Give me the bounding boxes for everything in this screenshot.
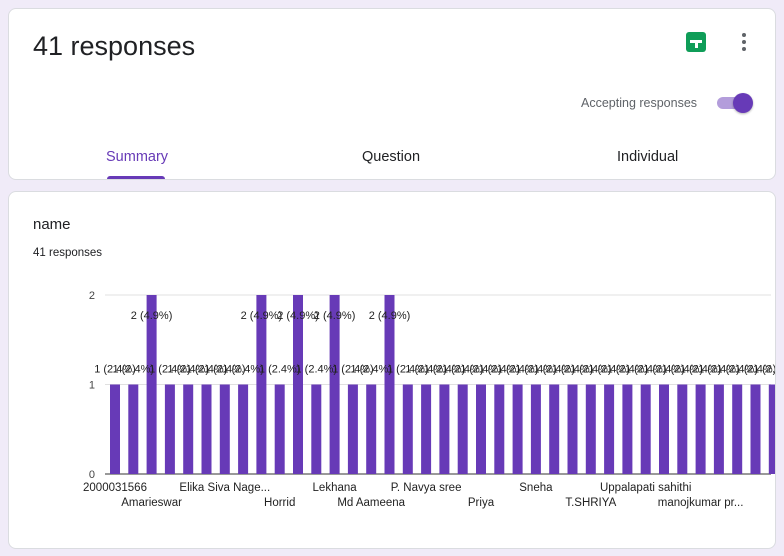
bar <box>659 384 669 474</box>
bar <box>421 384 432 474</box>
bar <box>677 384 688 474</box>
bar <box>713 384 724 474</box>
tab-summary[interactable]: Summary <box>106 149 168 165</box>
bar-data-label: 1 (2.4%) <box>296 364 338 376</box>
bar <box>183 384 194 474</box>
bar <box>750 384 761 474</box>
bar <box>201 384 212 474</box>
bar-data-label: 1 (2.4%) <box>350 364 392 376</box>
x-category-label: P. Navya sree <box>391 482 462 494</box>
bar-data-label: 1 (2.4%) <box>259 364 301 376</box>
summary-header-card: 41 responses Accepting responses Summary… <box>8 8 776 180</box>
bar <box>402 384 413 474</box>
bar <box>549 384 560 474</box>
bar-data-label: 1 (2.4%) <box>113 364 155 376</box>
bar <box>768 384 775 474</box>
bar <box>219 384 230 474</box>
bar-data-label: 2 (4.9%) <box>369 310 411 322</box>
toggle-thumb <box>733 93 753 113</box>
bar <box>439 384 450 474</box>
x-category-label: T.SHRIYA <box>565 497 616 509</box>
bar-data-label: 1 (2.4%) <box>222 364 264 376</box>
x-category-label: Lekhana <box>313 482 358 494</box>
accepting-responses-toggle[interactable] <box>715 93 755 113</box>
y-tick-label: 2 <box>89 290 95 302</box>
bar-data-label: 2 (4.9%) <box>277 310 319 322</box>
x-category-label: Horrid <box>264 497 295 509</box>
bar <box>128 384 139 474</box>
x-category-label: manojkumar pr... <box>658 497 744 509</box>
y-tick-label: 0 <box>89 469 95 481</box>
google-sheets-icon[interactable] <box>686 32 706 52</box>
bar <box>585 384 596 474</box>
x-category-label: Amarieswar <box>121 497 182 509</box>
bar <box>311 384 322 474</box>
bar <box>604 384 615 474</box>
bar <box>512 384 523 474</box>
more-vert-icon[interactable] <box>733 29 755 55</box>
bar <box>347 384 358 474</box>
bar <box>530 384 541 474</box>
bar <box>695 384 706 474</box>
bar <box>164 384 175 474</box>
bar-data-label: 2 (4.9%) <box>314 310 356 322</box>
bar <box>622 384 633 474</box>
page-title: 41 responses <box>33 31 196 61</box>
bar <box>567 384 578 474</box>
bar <box>274 384 285 474</box>
bar <box>732 384 743 474</box>
tab-question[interactable]: Question <box>362 149 420 165</box>
bar-data-label: 2 (4.9%) <box>241 310 283 322</box>
bar <box>238 384 249 474</box>
bar <box>640 384 651 474</box>
x-category-label: Uppalapati sahithi <box>600 482 691 494</box>
accepting-responses-label: Accepting responses <box>581 96 698 110</box>
bar <box>476 384 486 474</box>
bar-data-label: 2 (4.9%) <box>131 310 173 322</box>
x-category-label: 2000031566 <box>83 482 147 494</box>
active-tab-indicator <box>107 176 165 179</box>
x-category-label: Md Aameena <box>337 497 405 509</box>
tab-individual[interactable]: Individual <box>617 149 678 165</box>
x-category-label: Elika Siva Nage... <box>179 482 270 494</box>
x-category-label: Priya <box>468 497 495 509</box>
question-summary-card: name 41 responses 0121 (2.4%) 1 (2.4%) 2 (… <box>8 191 776 549</box>
bar-chart: 0121 (2.4%)1 (2.4%)2 (4.9%)1 (2.4%)1 (2.… <box>83 290 775 509</box>
bar-data-label: 1 (2.4%) <box>753 364 775 376</box>
bar <box>457 384 468 474</box>
bar <box>494 384 505 474</box>
y-tick-label: 1 <box>89 380 95 392</box>
x-category-label: Sneha <box>519 482 553 494</box>
bar <box>366 384 377 474</box>
bar <box>110 384 120 474</box>
